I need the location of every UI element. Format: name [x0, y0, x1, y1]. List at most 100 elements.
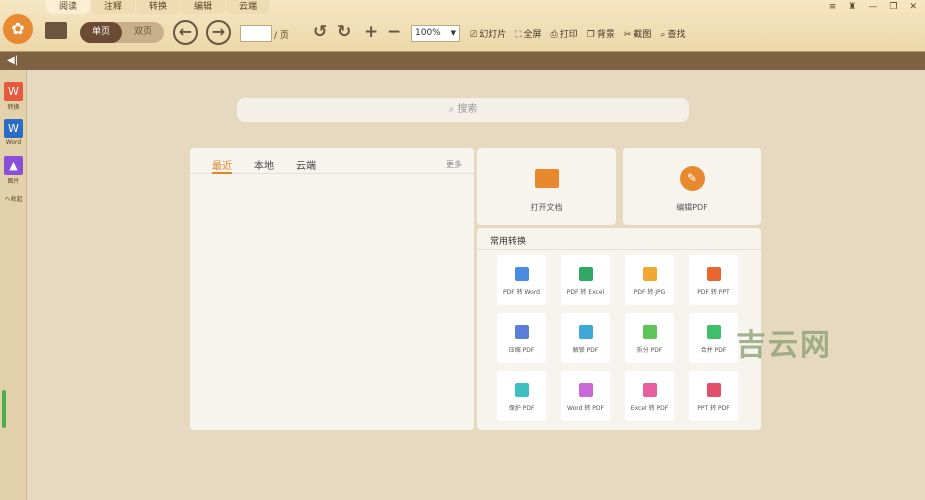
page-suffix: / 页	[274, 31, 289, 41]
slideshow-label: 幻灯片	[479, 30, 507, 40]
sidebar-item-convert[interactable]: W 转换	[3, 82, 24, 111]
convert-icon	[514, 267, 529, 281]
menu-icon[interactable]: ≡	[829, 2, 837, 12]
folder-icon	[534, 169, 559, 188]
convert-icon	[578, 325, 593, 339]
next-page-icon[interactable]: →	[206, 20, 231, 45]
rotate-left-icon[interactable]: ↺	[313, 22, 327, 42]
convert-tile[interactable]: 保护 PDF	[497, 371, 546, 421]
prev-page-icon[interactable]: ←	[173, 20, 198, 45]
collapse-sidebar-icon[interactable]: ◀|	[7, 55, 18, 66]
convert-icon	[514, 325, 529, 339]
convert-tile[interactable]: 解锁 PDF	[561, 313, 610, 363]
background-icon: ❐	[586, 30, 595, 40]
convert-label: 保护 PDF	[508, 405, 535, 412]
skin-icon[interactable]: ♜	[848, 2, 856, 12]
convert-icon	[706, 267, 721, 281]
edit-label: 编辑PDF	[676, 203, 708, 212]
find-label: 查找	[667, 30, 686, 40]
tab-cloud[interactable]: 云端	[226, 0, 270, 14]
minimize-icon[interactable]: —	[868, 2, 877, 12]
background-label: 背景	[596, 30, 615, 40]
tab-cloud-files[interactable]: 云端	[296, 157, 316, 173]
convert-tile[interactable]: PDF 转 Excel	[561, 255, 610, 305]
zoom-out-icon[interactable]: −	[387, 22, 401, 42]
convert-icon	[514, 383, 529, 397]
convert-icon	[706, 383, 721, 397]
convert-tile[interactable]: Word 转 PDF	[561, 371, 610, 421]
tab-annotate[interactable]: 注释	[91, 0, 135, 14]
print-label: 打印	[559, 30, 578, 40]
sidebar-item-word[interactable]: W Word	[3, 119, 24, 146]
open-document-button[interactable]: 打开文档	[477, 148, 616, 225]
print-button[interactable]: ⎙ 打印	[551, 27, 578, 40]
tab-convert[interactable]: 转换	[136, 0, 180, 14]
convert-tile[interactable]: PDF 转 PPT	[689, 255, 738, 305]
search-placeholder: 搜索	[457, 104, 478, 115]
app-logo[interactable]: ✿	[3, 14, 33, 44]
scrollbar[interactable]	[2, 390, 6, 428]
page-mode-toggle: 单页 双页	[80, 22, 164, 43]
fullscreen-icon: ⛶	[515, 30, 522, 40]
convert-icon: W	[4, 82, 23, 101]
zoom-in-icon[interactable]: +	[364, 22, 378, 42]
single-page-button[interactable]: 单页	[80, 22, 122, 43]
open-folder-icon[interactable]	[45, 22, 67, 39]
tab-edit[interactable]: 编辑	[181, 0, 225, 14]
sidebar-collapse[interactable]: へ收起	[3, 194, 24, 203]
screenshot-button[interactable]: ✂ 截图	[624, 27, 652, 40]
chevron-down-icon: ▼	[450, 29, 456, 37]
word-icon: W	[4, 119, 23, 138]
convert-icon	[642, 383, 657, 397]
convert-icon	[706, 325, 721, 339]
screenshot-icon: ✂	[623, 30, 632, 40]
convert-tile[interactable]: 压缩 PDF	[497, 313, 546, 363]
toolbar: 阅读 注释 转换 编辑 云端 ✿ 单页 双页 ← → / 页 ↺ ↻ + − 1…	[0, 0, 925, 52]
restore-icon[interactable]: ❐	[889, 2, 897, 12]
edit-pdf-button[interactable]: ✎ 编辑PDF	[623, 148, 761, 225]
search-input[interactable]: ⌕ 搜索	[237, 98, 689, 122]
slideshow-button[interactable]: ⎚ 幻灯片	[470, 27, 506, 40]
close-icon[interactable]: ✕	[909, 2, 917, 12]
tab-read[interactable]: 阅读	[46, 0, 90, 14]
zoom-select[interactable]: 100% ▼	[411, 25, 460, 42]
convert-label: 合并 PDF	[700, 347, 727, 354]
convert-icon	[642, 325, 657, 339]
tab-recent[interactable]: 最近	[212, 157, 232, 174]
convert-label: PPT 转 PDF	[697, 405, 730, 412]
convert-tile[interactable]: 合并 PDF	[689, 313, 738, 363]
find-button[interactable]: ⌕ 查找	[660, 27, 685, 40]
rotate-right-icon[interactable]: ↻	[337, 22, 351, 42]
tool-buttons: ⎚ 幻灯片 ⛶ 全屏 ⎙ 打印 ❐ 背景 ✂ 截图 ⌕ 查找	[470, 27, 685, 40]
page-number-input[interactable]	[240, 25, 272, 42]
menu-tabs: 阅读 注释 转换 编辑 云端	[46, 0, 271, 14]
recent-panel: 最近 本地 云端 更多	[190, 148, 474, 430]
window-controls: ≡ ♜ — ❐ ✕	[829, 2, 917, 12]
convert-label: PDF 转 PPT	[697, 289, 730, 296]
convert-tile[interactable]: PPT 转 PDF	[689, 371, 738, 421]
convert-tile[interactable]: Excel 转 PDF	[625, 371, 674, 421]
watermark: 吉云网	[736, 328, 832, 363]
convert-icon	[578, 383, 593, 397]
more-link[interactable]: 更多	[446, 159, 462, 170]
tab-local[interactable]: 本地	[254, 157, 274, 173]
convert-label: Excel 转 PDF	[630, 405, 669, 412]
convert-icon	[642, 267, 657, 281]
pencil-icon: ✎	[679, 166, 705, 191]
sidebar-item-image[interactable]: ▲ 图片	[3, 156, 24, 185]
fullscreen-label: 全屏	[523, 30, 542, 40]
sidebar-label: 图片	[7, 178, 20, 185]
double-page-button[interactable]: 双页	[122, 22, 164, 43]
zoom-value: 100%	[415, 28, 441, 38]
convert-tile[interactable]: PDF 转 Word	[497, 255, 546, 305]
screenshot-label: 截图	[633, 30, 652, 40]
convert-label: PDF 转 JPG	[633, 289, 666, 296]
convert-tile[interactable]: PDF 转 JPG	[625, 255, 674, 305]
convert-label: PDF 转 Word	[503, 289, 540, 296]
sub-bar: ◀|	[0, 52, 925, 70]
convert-label: PDF 转 Excel	[566, 289, 605, 296]
convert-tile[interactable]: 拆分 PDF	[625, 313, 674, 363]
convert-label: 压缩 PDF	[508, 347, 535, 354]
background-button[interactable]: ❐ 背景	[587, 27, 615, 40]
fullscreen-button[interactable]: ⛶ 全屏	[515, 27, 541, 40]
